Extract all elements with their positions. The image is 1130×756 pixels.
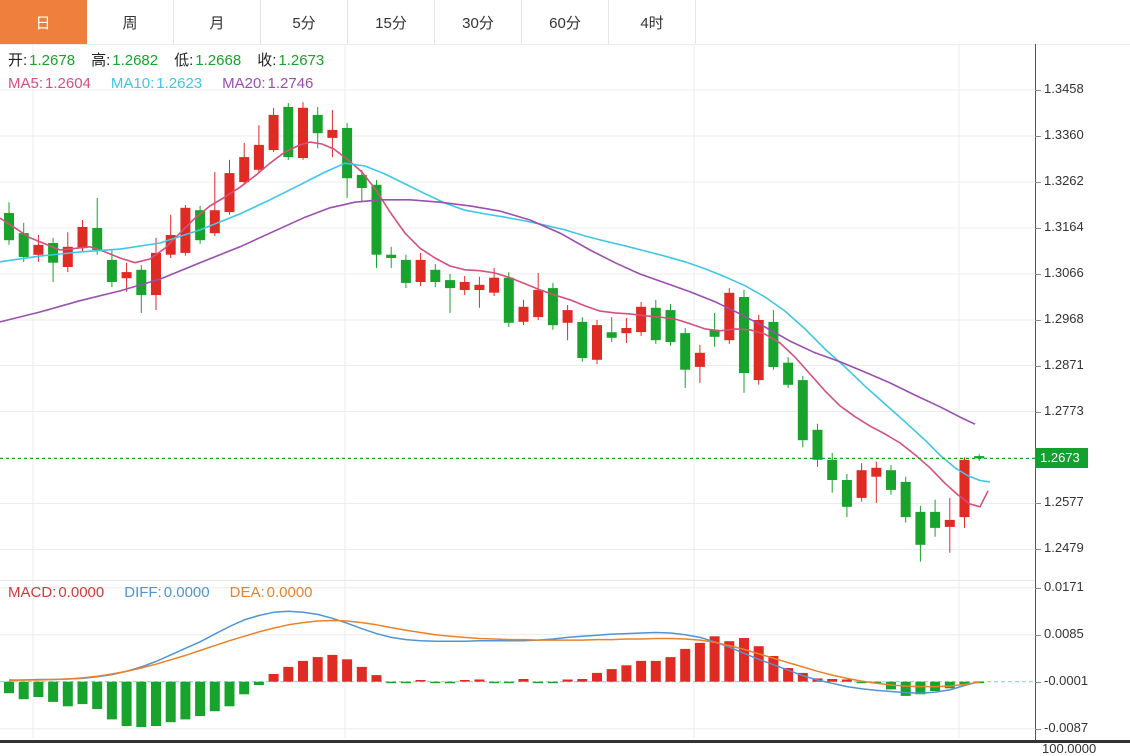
price-tick-label: 1.3262 [1044,173,1084,188]
macd-legend: MACD:0.0000DIFF:0.0000DEA:0.0000 [8,584,329,601]
price-axis-line [1035,44,1036,742]
macd-tick-label: -0.0001 [1044,673,1088,688]
timeframe-tabbar: 日周月5分15分30分60分4时 [0,0,1130,45]
tab-15min[interactable]: 15分 [348,0,435,44]
ohlc-legend: 开:1.2678 高:1.2682 低:1.2668 收:1.2673 [8,49,340,70]
ma5-label: MA5: [8,75,43,92]
diff-label: DIFF: [124,584,162,601]
ma-legend: MA5:1.2604 MA10:1.2623 MA20:1.2746 [8,75,329,92]
current-price-badge: 1.2673 [1035,448,1088,468]
dea-label: DEA: [230,584,265,601]
axis-tick [1035,503,1041,504]
next-pane-axis-label: 100.0000 [1042,741,1096,756]
macd-tick-label: 0.0085 [1044,626,1084,641]
price-tick-label: 1.2479 [1044,540,1084,555]
main-candlestick-canvas[interactable] [0,44,1035,580]
bottom-pane-border [0,740,1130,743]
axis-tick [1035,136,1041,137]
tab-5min[interactable]: 5分 [261,0,348,44]
tab-monthly[interactable]: 月 [174,0,261,44]
axis-tick [1035,412,1041,413]
axis-tick [1035,682,1041,683]
price-tick-label: 1.2968 [1044,311,1084,326]
axis-tick [1035,228,1041,229]
ma20-label: MA20: [222,75,265,92]
tab-4hour[interactable]: 4时 [609,0,696,44]
axis-tick [1035,90,1041,91]
axis-tick [1035,549,1041,550]
macd-value: 0.0000 [58,584,104,601]
ma5-value: 1.2604 [45,75,91,92]
ma20-value: 1.2746 [268,75,314,92]
high-label: 高: [91,52,110,69]
pane-divider [0,580,1035,581]
price-tick-label: 1.2871 [1044,357,1084,372]
ma10-value: 1.2623 [156,75,202,92]
close-value: 1.2673 [278,52,324,69]
axis-tick [1035,182,1041,183]
low-label: 低: [174,52,193,69]
tab-60min[interactable]: 60分 [522,0,609,44]
axis-tick [1035,729,1041,730]
price-tick-label: 1.3458 [1044,81,1084,96]
price-tick-label: 1.3360 [1044,127,1084,142]
axis-tick [1035,588,1041,589]
axis-tick [1035,366,1041,367]
diff-value: 0.0000 [164,584,210,601]
axis-tick [1035,320,1041,321]
close-label: 收: [257,52,276,69]
price-tick-label: 1.2773 [1044,403,1084,418]
price-tick-label: 1.3164 [1044,219,1084,234]
tab-daily[interactable]: 日 [0,0,87,44]
axis-tick [1035,635,1041,636]
macd-label: MACD: [8,584,56,601]
macd-tick-label: 0.0171 [1044,579,1084,594]
open-value: 1.2678 [29,52,75,69]
high-value: 1.2682 [112,52,158,69]
low-value: 1.2668 [195,52,241,69]
ma10-label: MA10: [111,75,154,92]
open-label: 开: [8,52,27,69]
macd-tick-label: -0.0087 [1044,720,1088,735]
axis-tick [1035,274,1041,275]
tab-weekly[interactable]: 周 [87,0,174,44]
price-tick-label: 1.3066 [1044,265,1084,280]
macd-canvas[interactable] [0,580,1035,738]
tab-30min[interactable]: 30分 [435,0,522,44]
trading-chart-app: { "tabbar": { "tabs": [ {"label": "日", "… [0,0,1130,746]
dea-value: 0.0000 [267,584,313,601]
price-tick-label: 1.2577 [1044,494,1084,509]
